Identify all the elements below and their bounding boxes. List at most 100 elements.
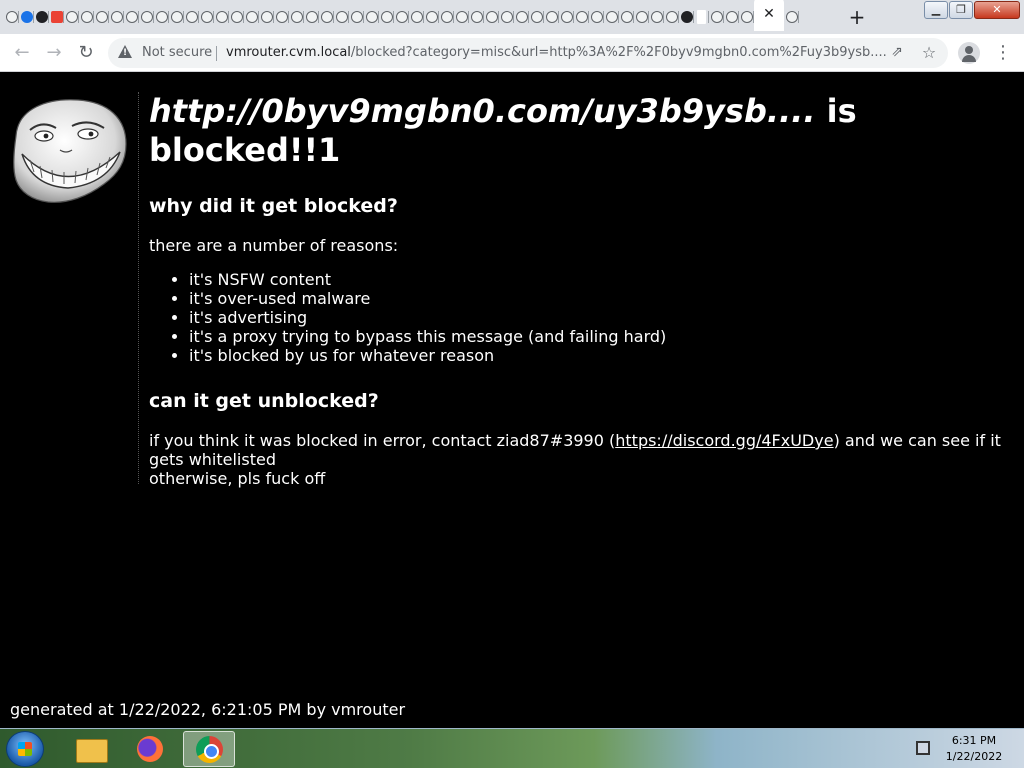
tab[interactable] xyxy=(289,6,304,28)
globe-icon xyxy=(785,11,798,23)
tab[interactable] xyxy=(349,6,364,28)
tab[interactable] xyxy=(379,6,394,28)
back-arrow-icon[interactable]: ← xyxy=(10,41,34,65)
firefox-taskbar-icon[interactable] xyxy=(124,731,176,767)
globe-icon xyxy=(605,11,618,23)
tab[interactable] xyxy=(64,6,79,28)
close-window-button[interactable]: ✕ xyxy=(974,1,1020,19)
tab[interactable] xyxy=(304,6,319,28)
tab[interactable] xyxy=(334,6,349,28)
tab[interactable] xyxy=(589,6,604,28)
globe-icon xyxy=(260,11,273,23)
tab[interactable] xyxy=(154,6,169,28)
tab[interactable] xyxy=(634,6,649,28)
tab[interactable] xyxy=(469,6,484,28)
bookmark-star-icon[interactable]: ☆ xyxy=(920,43,938,62)
minimize-button[interactable]: ▁ xyxy=(924,1,948,19)
globe-icon xyxy=(710,11,723,23)
tab[interactable] xyxy=(559,6,574,28)
network-icon[interactable] xyxy=(916,741,930,755)
tab[interactable] xyxy=(439,6,454,28)
tab[interactable] xyxy=(139,6,154,28)
globe-icon xyxy=(560,11,573,23)
tab[interactable] xyxy=(529,6,544,28)
tab[interactable] xyxy=(664,6,679,28)
system-clock[interactable]: 6:31 PM 1/22/2022 xyxy=(938,733,1010,765)
forward-arrow-icon[interactable]: → xyxy=(42,41,66,65)
tab[interactable] xyxy=(499,6,514,28)
tab-strip: ✕ + ▁ ❐ ✕ xyxy=(0,0,1024,34)
tab[interactable] xyxy=(649,6,664,28)
tab-close-icon[interactable]: ✕ xyxy=(763,6,775,22)
tab[interactable] xyxy=(169,6,184,28)
tab[interactable] xyxy=(79,6,94,28)
tab[interactable] xyxy=(409,6,424,28)
active-tab[interactable]: ✕ xyxy=(754,0,784,31)
globe-icon xyxy=(245,11,258,23)
tab[interactable] xyxy=(49,6,64,28)
divider xyxy=(216,46,217,61)
address-bar[interactable]: ! Not secure vmrouter.cvm.local/blocked?… xyxy=(108,38,948,68)
explorer-taskbar-icon[interactable] xyxy=(66,731,118,767)
tab[interactable] xyxy=(454,6,469,28)
tab[interactable] xyxy=(214,6,229,28)
tab[interactable] xyxy=(679,6,694,28)
blocked-message: http://0byv9mgbn0.com/uy3b9ysb.... is bl… xyxy=(149,92,1019,488)
tab[interactable] xyxy=(4,6,19,28)
globe-icon xyxy=(635,11,648,23)
tab[interactable] xyxy=(94,6,109,28)
tab[interactable] xyxy=(244,6,259,28)
warning-icon[interactable]: ! xyxy=(118,45,132,58)
tab[interactable] xyxy=(514,6,529,28)
globe-icon xyxy=(470,11,483,23)
tab[interactable] xyxy=(274,6,289,28)
tab[interactable] xyxy=(184,6,199,28)
tab[interactable] xyxy=(364,6,379,28)
tab-list: ✕ xyxy=(4,0,799,31)
globe-icon xyxy=(110,11,123,23)
security-status[interactable]: Not secure xyxy=(142,45,212,60)
tab[interactable] xyxy=(484,6,499,28)
tab[interactable] xyxy=(259,6,274,28)
profile-icon[interactable] xyxy=(958,42,980,64)
tab[interactable] xyxy=(124,6,139,28)
globe-icon xyxy=(80,11,93,23)
taskbar: 6:31 PM 1/22/2022 xyxy=(0,728,1024,768)
tab[interactable] xyxy=(319,6,334,28)
globe-icon xyxy=(95,11,108,23)
footer-text: generated at 1/22/2022, 6:21:05 PM by vm… xyxy=(10,700,406,719)
new-tab-button[interactable]: + xyxy=(846,6,868,28)
restore-button[interactable]: ❐ xyxy=(949,1,973,19)
site-icon xyxy=(680,11,693,23)
globe-icon xyxy=(170,11,183,23)
tab[interactable] xyxy=(604,6,619,28)
start-button[interactable] xyxy=(6,731,44,767)
unblock-heading: can it get unblocked? xyxy=(149,390,379,412)
globe-icon xyxy=(515,11,528,23)
tab[interactable] xyxy=(784,6,799,28)
tab[interactable] xyxy=(34,6,49,28)
tab[interactable] xyxy=(739,6,754,28)
globe-icon xyxy=(425,11,438,23)
tab[interactable] xyxy=(109,6,124,28)
kebab-menu-icon[interactable]: ⋮ xyxy=(994,41,1012,65)
tab[interactable] xyxy=(709,6,724,28)
tab[interactable] xyxy=(724,6,739,28)
tab[interactable] xyxy=(619,6,634,28)
tab[interactable] xyxy=(229,6,244,28)
tab[interactable] xyxy=(424,6,439,28)
share-icon[interactable]: ⇗ xyxy=(888,44,906,62)
tab[interactable] xyxy=(574,6,589,28)
troll-face-image xyxy=(13,99,127,203)
reload-icon[interactable]: ↻ xyxy=(74,41,98,65)
tab[interactable] xyxy=(19,6,34,28)
url-text[interactable]: vmrouter.cvm.local/blocked?category=misc… xyxy=(226,45,887,60)
tab[interactable] xyxy=(199,6,214,28)
tab[interactable] xyxy=(544,6,559,28)
discord-link[interactable]: https://discord.gg/4FxUDye xyxy=(615,431,833,450)
tab[interactable] xyxy=(694,6,709,28)
globe-icon xyxy=(140,11,153,23)
contact-paragraph: if you think it was blocked in error, co… xyxy=(149,431,1019,488)
tab[interactable] xyxy=(394,6,409,28)
chrome-taskbar-icon[interactable] xyxy=(183,731,235,767)
